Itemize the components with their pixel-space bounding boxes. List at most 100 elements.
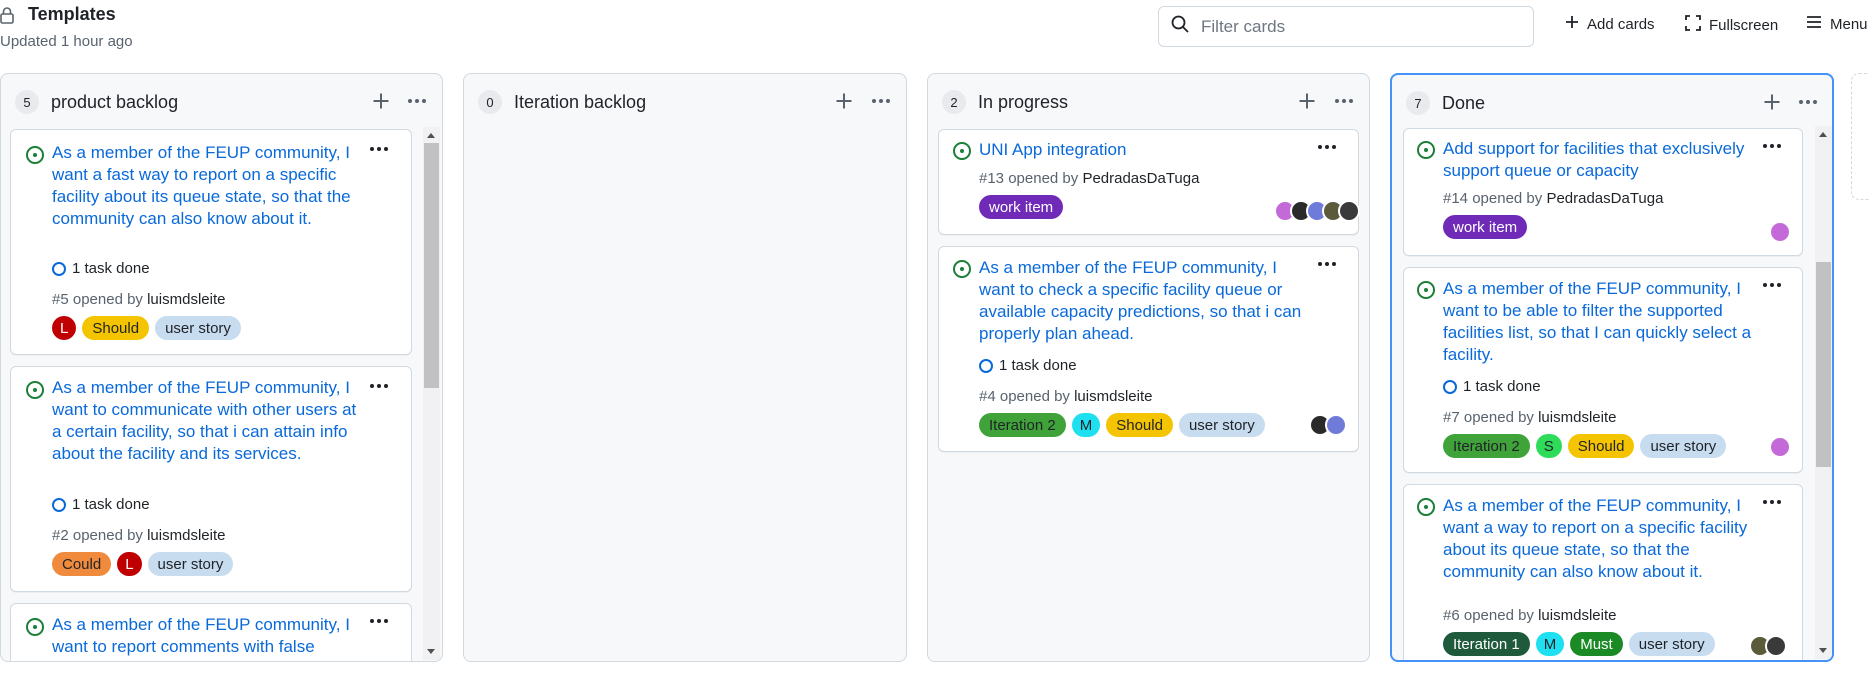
label-could[interactable]: Could <box>52 552 112 576</box>
issue-author[interactable]: luismdsleite <box>1538 607 1616 624</box>
card-options-button[interactable] <box>1759 276 1785 294</box>
issue-author[interactable]: luismdsleite <box>1538 409 1616 426</box>
issue-author[interactable]: luismdsleite <box>147 527 225 544</box>
column-options-button[interactable] <box>1331 90 1357 112</box>
issue-card[interactable]: As a member of the FEUP community, I wan… <box>1403 484 1803 660</box>
issue-author[interactable]: PedradasDaTuga <box>1082 170 1199 187</box>
scroll-up-arrow[interactable] <box>427 133 435 138</box>
issue-card[interactable]: As a member of the FEUP community, I wan… <box>10 603 412 661</box>
avatar[interactable] <box>1338 200 1360 222</box>
issue-card[interactable]: UNI App integration #13 opened by Pedrad… <box>938 129 1360 235</box>
add-item-button[interactable] <box>370 90 392 112</box>
issue-author[interactable]: luismdsleite <box>147 291 225 308</box>
issue-author[interactable]: PedradasDaTuga <box>1546 190 1663 207</box>
filter-cards-input[interactable] <box>1201 16 1521 37</box>
label-user-story[interactable]: user story <box>1628 632 1715 656</box>
column-options-button[interactable] <box>868 90 894 112</box>
label-list: work item <box>1443 215 1528 239</box>
label-list: Iteration 2 M Should user story <box>979 413 1265 437</box>
assignee-avatars[interactable] <box>1769 221 1791 243</box>
more-icon <box>370 384 388 388</box>
label-should[interactable]: Should <box>1106 413 1173 437</box>
search-icon <box>1171 15 1189 38</box>
label-work-item[interactable]: work item <box>979 195 1064 219</box>
label-iteration-2[interactable]: Iteration 2 <box>1443 434 1530 458</box>
add-item-button[interactable] <box>833 90 855 112</box>
assignee-avatars[interactable] <box>1769 436 1791 458</box>
assignee-avatars[interactable] <box>1749 635 1787 657</box>
card-options-button[interactable] <box>1314 255 1340 273</box>
more-icon <box>1335 99 1353 103</box>
label-iteration-1[interactable]: Iteration 1 <box>1443 632 1530 656</box>
card-title-link[interactable]: As a member of the FEUP community, I wan… <box>52 142 357 230</box>
avatar[interactable] <box>1325 414 1347 436</box>
issue-number: #2 opened by <box>52 527 143 544</box>
add-item-button[interactable] <box>1761 91 1783 113</box>
filter-cards-field[interactable] <box>1158 6 1534 47</box>
label-l[interactable]: L <box>52 316 77 340</box>
avatar[interactable] <box>1769 221 1791 243</box>
issue-card[interactable]: As a member of the FEUP community, I wan… <box>938 246 1359 452</box>
column-scrollbar[interactable] <box>423 127 440 660</box>
card-title-link[interactable]: As a member of the FEUP community, I wan… <box>1443 278 1753 366</box>
card-options-button[interactable] <box>366 377 392 395</box>
label-m[interactable]: M <box>1071 413 1101 437</box>
card-options-button[interactable] <box>366 140 392 158</box>
menu-button[interactable]: Menu <box>1806 15 1868 33</box>
label-s[interactable]: S <box>1535 434 1562 458</box>
scroll-thumb[interactable] <box>424 143 439 388</box>
issue-card[interactable]: As a member of the FEUP community, I wan… <box>1403 267 1803 473</box>
column-options-button[interactable] <box>1795 91 1821 113</box>
label-m[interactable]: M <box>1535 632 1565 656</box>
label-should[interactable]: Should <box>1567 434 1635 458</box>
issue-author[interactable]: luismdsleite <box>1074 388 1152 405</box>
issue-number: #14 opened by <box>1443 190 1543 207</box>
label-user-story[interactable]: user story <box>155 316 241 340</box>
scroll-down-arrow[interactable] <box>1819 648 1827 653</box>
assignee-avatars[interactable] <box>1309 414 1347 436</box>
label-user-story[interactable]: user story <box>1640 434 1727 458</box>
plus-icon <box>1565 15 1579 33</box>
add-column-placeholder[interactable] <box>1851 73 1869 200</box>
card-title-link[interactable]: Add support for facilities that exclusiv… <box>1443 138 1753 182</box>
add-cards-button[interactable]: Add cards <box>1565 15 1655 33</box>
card-title-link[interactable]: As a member of the FEUP community, I wan… <box>52 377 357 465</box>
label-work-item[interactable]: work item <box>1443 215 1528 239</box>
add-item-button[interactable] <box>1296 90 1318 112</box>
card-title-link[interactable]: UNI App integration <box>979 139 1299 161</box>
more-icon <box>1318 145 1336 149</box>
scroll-down-arrow[interactable] <box>427 649 435 654</box>
issue-card[interactable]: Add support for facilities that exclusiv… <box>1403 128 1803 256</box>
issue-meta: #7 opened by luismdsleite <box>1443 409 1616 426</box>
label-should[interactable]: Should <box>82 316 150 340</box>
assignee-avatars[interactable] <box>1274 200 1360 222</box>
more-icon <box>1799 100 1817 104</box>
scroll-thumb[interactable] <box>1816 262 1831 467</box>
column-title: Done <box>1442 92 1486 113</box>
label-must[interactable]: Must <box>1570 632 1623 656</box>
avatar[interactable] <box>1765 635 1787 657</box>
avatar[interactable] <box>1769 436 1791 458</box>
card-options-button[interactable] <box>1314 138 1340 156</box>
label-iteration-2[interactable]: Iteration 2 <box>979 413 1066 437</box>
issue-number: #6 opened by <box>1443 607 1534 624</box>
issue-card[interactable]: As a member of the FEUP community, I wan… <box>10 129 412 355</box>
issue-card[interactable]: As a member of the FEUP community, I wan… <box>10 366 412 592</box>
card-options-button[interactable] <box>1759 493 1785 511</box>
label-l[interactable]: L <box>117 552 142 576</box>
card-title-link[interactable]: As a member of the FEUP community, I wan… <box>1443 495 1753 583</box>
column-options-button[interactable] <box>404 90 430 112</box>
scroll-up-arrow[interactable] <box>1819 132 1827 137</box>
more-icon <box>1318 262 1336 266</box>
project-title-row: Templates <box>0 4 116 25</box>
card-options-button[interactable] <box>366 612 392 630</box>
fullscreen-button[interactable]: Fullscreen <box>1685 15 1778 35</box>
issue-meta: #2 opened by luismdsleite <box>52 527 225 544</box>
label-user-story[interactable]: user story <box>147 552 234 576</box>
card-options-button[interactable] <box>1759 137 1785 155</box>
card-title-link[interactable]: As a member of the FEUP community, I wan… <box>52 614 357 658</box>
card-title-link[interactable]: As a member of the FEUP community, I wan… <box>979 257 1309 345</box>
column-scrollbar[interactable] <box>1815 126 1832 659</box>
updated-timestamp: Updated 1 hour ago <box>0 33 133 50</box>
label-user-story[interactable]: user story <box>1178 413 1265 437</box>
